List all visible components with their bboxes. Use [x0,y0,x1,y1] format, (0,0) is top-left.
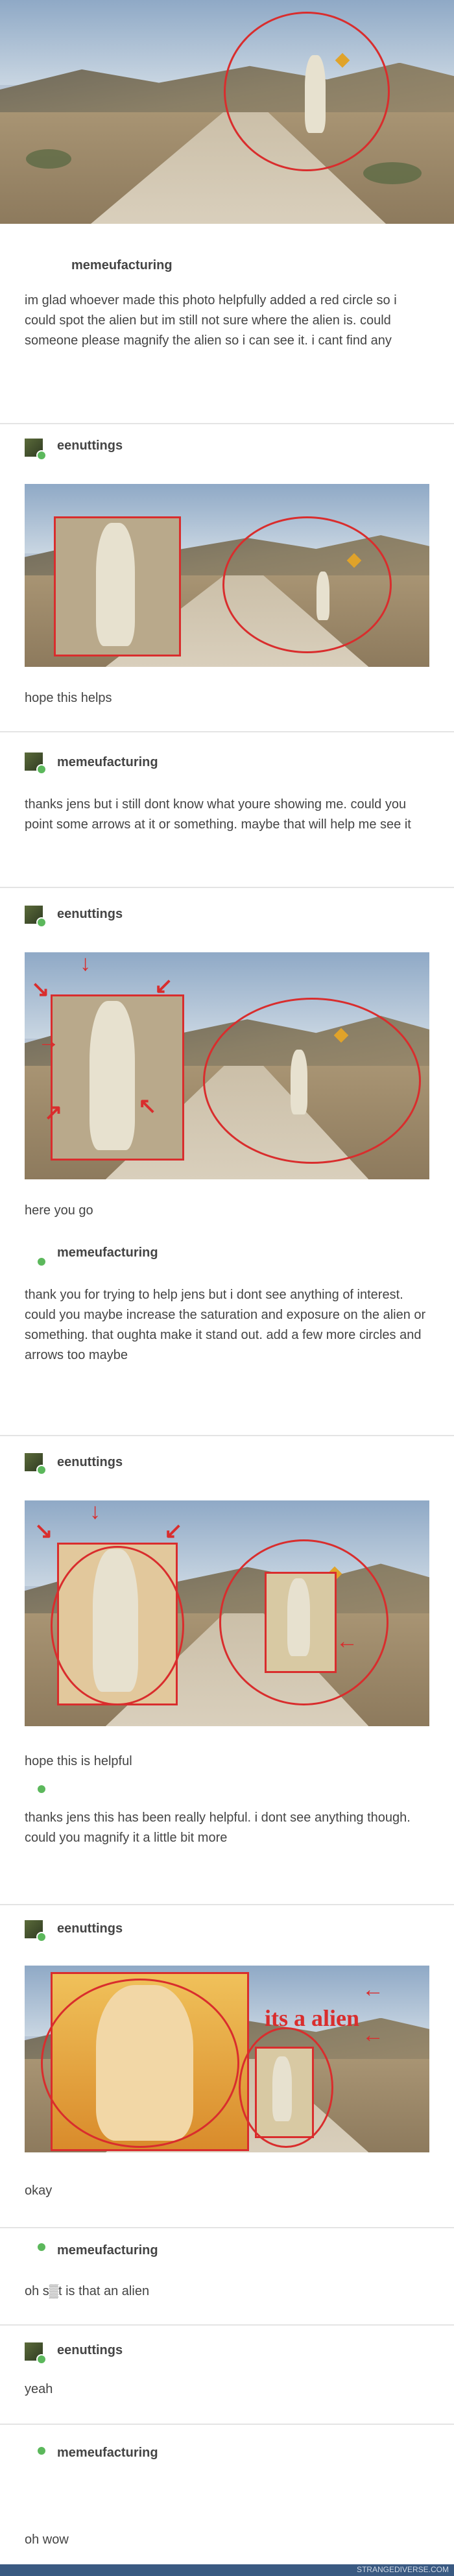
username[interactable]: eenuttings [57,439,123,453]
post-text: hope this is helpful [25,1754,132,1768]
post-text: okay [25,2184,53,2198]
post-text: yeah [25,2382,53,2396]
post-text: thanks jens but i still dont know what y… [25,797,411,832]
photo-3: ↓ ↘ ↙ → ↗ ↖ [25,952,429,1179]
red-circle [224,12,390,171]
avatar[interactable] [25,906,47,928]
image-caption: its a alien [265,2005,360,2031]
avatar[interactable] [25,1920,47,1942]
username[interactable]: memeufacturing [57,755,158,770]
post-text: hope this helps [25,691,112,705]
photo-1 [0,0,454,224]
footer-bar: STRANGEDIVERSE.COM [0,2564,454,2576]
username[interactable]: memeufacturing [57,1246,158,1260]
username[interactable]: eenuttings [57,1921,123,1936]
username[interactable]: eenuttings [57,1455,123,1470]
photo-5: its a alien ← ← [25,1966,429,2152]
photo-2 [25,484,429,667]
avatar[interactable] [25,1453,47,1475]
post-text: thanks jens this has been really helpful… [25,1811,411,1845]
avatar[interactable] [25,2342,47,2365]
username[interactable]: memeufacturing [57,2446,158,2461]
post-text: im glad whoever made this photo helpfull… [25,293,397,348]
post-text: oh wow [25,2533,69,2547]
photo-4: ↓ ↘ ↙ ← [25,1500,429,1726]
username[interactable]: memeufacturing [57,2243,158,2258]
avatar[interactable] [25,752,47,775]
post-text: here you go [25,1203,93,1218]
footer-watermark: STRANGEDIVERSE.COM [356,2565,449,2574]
username[interactable]: eenuttings [57,2343,123,2358]
avatar[interactable] [25,439,47,461]
post-text: oh s▒t is that an alien [25,2284,150,2298]
post-text: thank you for trying to help jens but i … [25,1288,426,1362]
username[interactable]: eenuttings [57,907,123,922]
username[interactable]: memeufacturing [71,258,173,273]
